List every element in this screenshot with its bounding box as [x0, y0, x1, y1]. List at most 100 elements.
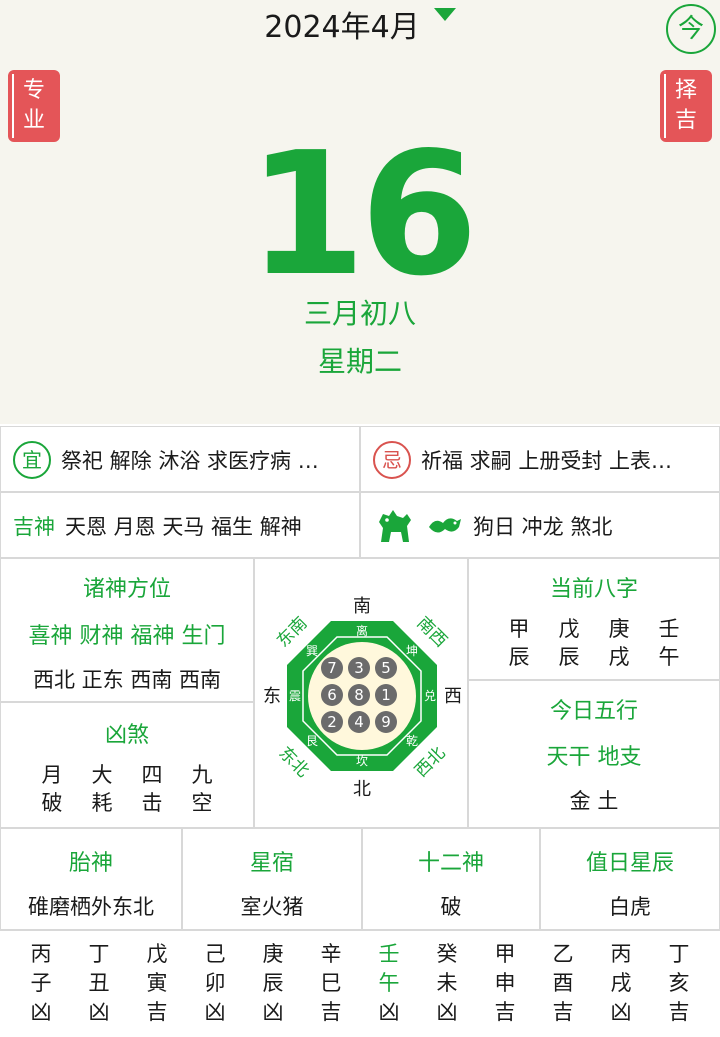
shichen-gan: 丁: [668, 942, 690, 966]
yi-icon: 宜: [13, 441, 51, 479]
bagua-num-4: 6: [327, 686, 337, 704]
xs-top-3: 四: [141, 763, 163, 787]
shichen-zhi: 巳: [320, 971, 342, 995]
xingxiu-val: 室火猪: [240, 895, 304, 919]
dir-south: 南: [353, 596, 371, 617]
shichen-luck: 吉: [494, 1000, 516, 1024]
shichen-luck: 凶: [436, 1000, 458, 1024]
shichen-luck: 凶: [610, 1000, 632, 1024]
shichen-col[interactable]: 丙戌凶: [592, 931, 650, 1037]
dropdown-arrow-icon[interactable]: [433, 8, 456, 21]
shichen-luck: 吉: [668, 1000, 690, 1024]
shichen-zhi: 寅: [146, 971, 168, 995]
xs-top-1: 月: [41, 763, 63, 787]
wuxing-val: 金 土: [569, 789, 619, 813]
shichen-gan: 甲: [494, 942, 516, 966]
bagua-num-1: 7: [327, 659, 337, 677]
taishen-cell[interactable]: 胎神 碓磨栖外东北: [0, 828, 182, 930]
shichen-gan: 癸: [436, 942, 458, 966]
dir-east: 东: [263, 686, 281, 707]
shichen-gan: 乙: [552, 942, 574, 966]
shierShen-cell[interactable]: 十二神 破: [362, 828, 540, 930]
date-header-area: 2024年4月 今 专 业 择 吉 16 三月初八 星期二: [0, 0, 720, 424]
shichen-col[interactable]: 丙子凶: [12, 931, 70, 1037]
shichen-zhi: 辰: [262, 971, 284, 995]
taishen-val: 碓磨栖外东北: [28, 895, 154, 919]
trigram-xun: 巽: [306, 644, 318, 658]
shichen-col[interactable]: 戊寅吉: [128, 931, 186, 1037]
taishen-title: 胎神: [68, 851, 113, 876]
yi-cell[interactable]: 宜 祭祀 解除 沐浴 求医疗病 …: [0, 426, 360, 492]
dragon-icon: [429, 518, 461, 533]
shichen-luck: 凶: [30, 1000, 52, 1024]
shichen-col[interactable]: 甲申吉: [476, 931, 534, 1037]
zhushen-names: 喜神 财神 福神 生门: [28, 624, 226, 649]
shichen-col[interactable]: 丁亥吉: [650, 931, 708, 1037]
wuxing-cell[interactable]: 今日五行 天干 地支 金 土: [468, 680, 720, 828]
shichen-col[interactable]: 辛巳吉: [302, 931, 360, 1037]
month-selector[interactable]: 2024年4月: [0, 8, 720, 48]
bagua-num-2: 3: [354, 659, 364, 677]
zeji-label-1: 择: [674, 78, 697, 103]
shichen-gan: 丁: [88, 942, 110, 966]
trigram-qian: 乾: [406, 734, 418, 748]
bazi-top-3: 庚: [608, 617, 630, 641]
shichen-luck: 凶: [88, 1000, 110, 1024]
dir-southwest: 南西: [413, 613, 451, 651]
today-button[interactable]: 今: [666, 4, 716, 54]
xs-bot-2: 耗: [91, 791, 113, 815]
dir-northeast: 东北: [275, 743, 313, 781]
day-number: 16: [247, 116, 479, 314]
ji-cell[interactable]: 忌 祈福 求嗣 上册受封 上表…: [360, 426, 720, 492]
shichen-col[interactable]: 乙酉吉: [534, 931, 592, 1037]
zhushen-dirs: 西北 正东 西南 西南: [32, 668, 222, 692]
shichen-zhi: 午: [378, 971, 400, 995]
yi-text: 祭祀 解除 沐浴 求医疗病 …: [61, 449, 319, 473]
shichen-gan: 丙: [610, 942, 632, 966]
shichen-zhi: 亥: [668, 971, 690, 995]
dog-icon: [379, 510, 411, 542]
shichen-zhi: 丑: [88, 971, 110, 995]
shichen-zhi: 酉: [552, 971, 574, 995]
zhiri-val: 白虎: [609, 895, 651, 919]
shichen-luck: 吉: [552, 1000, 574, 1024]
zhiri-cell[interactable]: 值日星辰 白虎: [540, 828, 720, 930]
wuxing-sub: 天干 地支: [546, 745, 642, 770]
bazi-cell[interactable]: 当前八字 甲 戊 庚 壬 辰 辰 戌 午: [468, 558, 720, 680]
bagua-diagram: 7 3 5 6 8 1 2 4 9 离 坤 兑 乾 坎 艮 震 巽 南 北 东 …: [263, 596, 462, 800]
shichen-col[interactable]: 癸未凶: [418, 931, 476, 1037]
bazi-title: 当前八字: [549, 577, 638, 602]
shichen-col[interactable]: 丁丑凶: [70, 931, 128, 1037]
shichen-col[interactable]: 庚辰凶: [244, 931, 302, 1037]
bagua-num-8: 4: [354, 713, 364, 731]
jishen-cell[interactable]: 吉神 天恩 月恩 天马 福生 解神: [0, 492, 360, 558]
xs-top-2: 大: [91, 763, 113, 787]
bazi-top-2: 戊: [558, 617, 580, 641]
trigram-zhen: 震: [289, 689, 301, 703]
shichen-row: 丙子凶丁丑凶戊寅吉己卯凶庚辰凶辛巳吉壬午凶癸未凶甲申吉乙酉吉丙戌凶丁亥吉: [0, 930, 720, 1037]
bazi-bot-1: 辰: [508, 645, 530, 669]
bazi-bot-4: 午: [658, 645, 680, 669]
shichen-col[interactable]: 己卯凶: [186, 931, 244, 1037]
shichen-luck: 凶: [262, 1000, 284, 1024]
shichen-zhi: 戌: [610, 971, 632, 995]
bazi-top-4: 壬: [658, 617, 680, 641]
trigram-kun: 坤: [406, 643, 418, 658]
lunar-date: 三月初八: [303, 297, 416, 330]
shichen-col[interactable]: 壬午凶: [360, 931, 418, 1037]
shichen-luck: 凶: [378, 1000, 400, 1024]
xs-top-4: 九: [191, 763, 213, 787]
xs-bot-3: 击: [141, 791, 163, 815]
dir-north: 北: [353, 779, 371, 800]
xiongsha-cell[interactable]: 凶煞 月 大 四 九 破 耗 击 空: [0, 702, 254, 828]
weekday: 星期二: [317, 345, 402, 378]
ji-text: 祈福 求嗣 上册受封 上表…: [421, 449, 673, 473]
zhushen-cell[interactable]: 诸神方位 喜神 财神 福神 生门 西北 正东 西南 西南: [0, 558, 254, 702]
chong-cell[interactable]: 狗日 冲龙 煞北: [360, 492, 720, 558]
bazi-top-1: 甲: [508, 617, 530, 641]
shichen-gan: 壬: [378, 942, 400, 966]
xingxiu-cell[interactable]: 星宿 室火猪: [182, 828, 362, 930]
shichen-zhi: 子: [30, 971, 52, 995]
bagua-cell[interactable]: 7 3 5 6 8 1 2 4 9 离 坤 兑 乾 坎 艮 震 巽 南 北 东 …: [254, 558, 468, 828]
dir-west: 西: [444, 686, 462, 707]
